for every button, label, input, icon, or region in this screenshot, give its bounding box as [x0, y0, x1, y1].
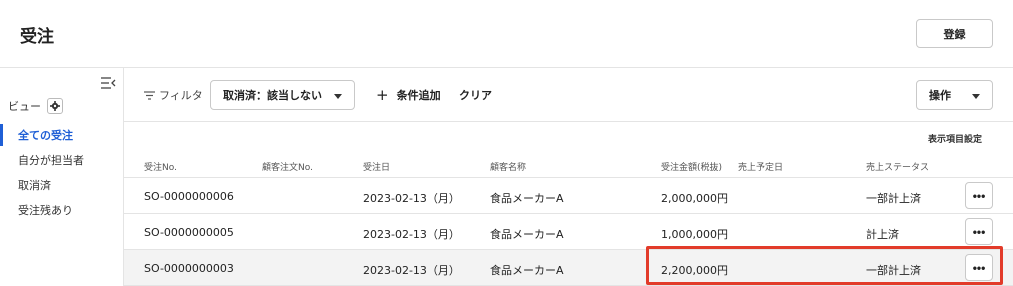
column-header-sales-date[interactable]: 売上予定日	[738, 160, 783, 173]
column-settings-link[interactable]: 表示項目設定	[928, 132, 982, 145]
column-header-sales-status[interactable]: 売上ステータス	[866, 160, 929, 173]
more-options-button[interactable]: •••	[965, 182, 993, 209]
sidebar-item-backorders[interactable]: 受注残あり	[0, 199, 123, 221]
condition-value: 取消済：該当しない	[223, 89, 322, 102]
filter-button[interactable]: フィルタ	[144, 87, 203, 103]
sidebar-item-my-orders[interactable]: 自分が担当者	[0, 149, 123, 171]
customer-name: 食品メーカーA	[490, 192, 564, 205]
column-header-customer-order-no[interactable]: 顧客注文No.	[262, 160, 313, 173]
filter-label: フィルタ	[159, 89, 203, 102]
order-amount: 2,000,000円	[661, 192, 728, 205]
order-no: SO-0000000005	[144, 226, 234, 239]
chevron-down-icon	[334, 94, 342, 99]
add-condition-label: 条件追加	[396, 89, 441, 102]
order-date: 2023-02-13（月）	[363, 228, 460, 241]
view-label: ビュー	[8, 100, 41, 113]
order-date: 2023-02-13（月）	[363, 192, 460, 205]
column-header-customer-name[interactable]: 顧客名称	[490, 160, 526, 173]
order-no: SO-0000000003	[144, 262, 234, 275]
sidebar-item-all-orders[interactable]: 全ての受注	[0, 124, 123, 146]
order-date: 2023-02-13（月）	[363, 264, 460, 277]
operations-label: 操作	[929, 89, 951, 102]
order-amount: 1,000,000円	[661, 228, 728, 241]
gear-icon[interactable]	[47, 98, 63, 114]
clear-button[interactable]: クリア	[459, 87, 492, 103]
page-title: 受注	[20, 27, 54, 47]
table-header: 受注No. 顧客注文No. 受注日 顧客名称 受注金額(税抜) 売上予定日 売上…	[124, 153, 1013, 178]
chevron-down-icon	[972, 94, 980, 99]
table-row[interactable]: SO-0000000005 2023-02-13（月） 食品メーカーA 1,00…	[124, 214, 1013, 250]
collapse-sidebar-icon[interactable]	[100, 76, 116, 90]
sales-status: 計上済	[866, 228, 899, 241]
operations-dropdown[interactable]: 操作	[916, 80, 993, 110]
sidebar-item-cancelled[interactable]: 取消済	[0, 174, 123, 196]
page-header: 受注 登録	[0, 0, 1013, 68]
view-sidebar: ビュー 全ての受注 自分が担当者 取消済 受注残あり	[0, 68, 124, 286]
table-row[interactable]: SO-0000000006 2023-02-13（月） 食品メーカーA 2,00…	[124, 178, 1013, 214]
column-header-amount[interactable]: 受注金額(税抜)	[661, 160, 722, 173]
customer-name: 食品メーカーA	[490, 228, 564, 241]
filter-toolbar: フィルタ 取消済：該当しない + 条件追加 クリア 操作	[124, 68, 1013, 122]
more-options-button[interactable]: •••	[965, 218, 993, 245]
filter-icon	[144, 90, 155, 100]
column-header-order-no[interactable]: 受注No.	[144, 160, 177, 173]
highlight-annotation-box	[646, 246, 1003, 285]
plus-icon: +	[376, 85, 389, 104]
register-button[interactable]: 登録	[916, 19, 993, 48]
customer-name: 食品メーカーA	[490, 264, 564, 277]
add-condition-button[interactable]: + 条件追加	[376, 87, 441, 103]
column-header-order-date[interactable]: 受注日	[363, 160, 390, 173]
cancelled-condition-select[interactable]: 取消済：該当しない	[210, 80, 355, 110]
order-no: SO-0000000006	[144, 190, 234, 203]
sales-status: 一部計上済	[866, 192, 921, 205]
view-label-row: ビュー	[8, 98, 63, 114]
